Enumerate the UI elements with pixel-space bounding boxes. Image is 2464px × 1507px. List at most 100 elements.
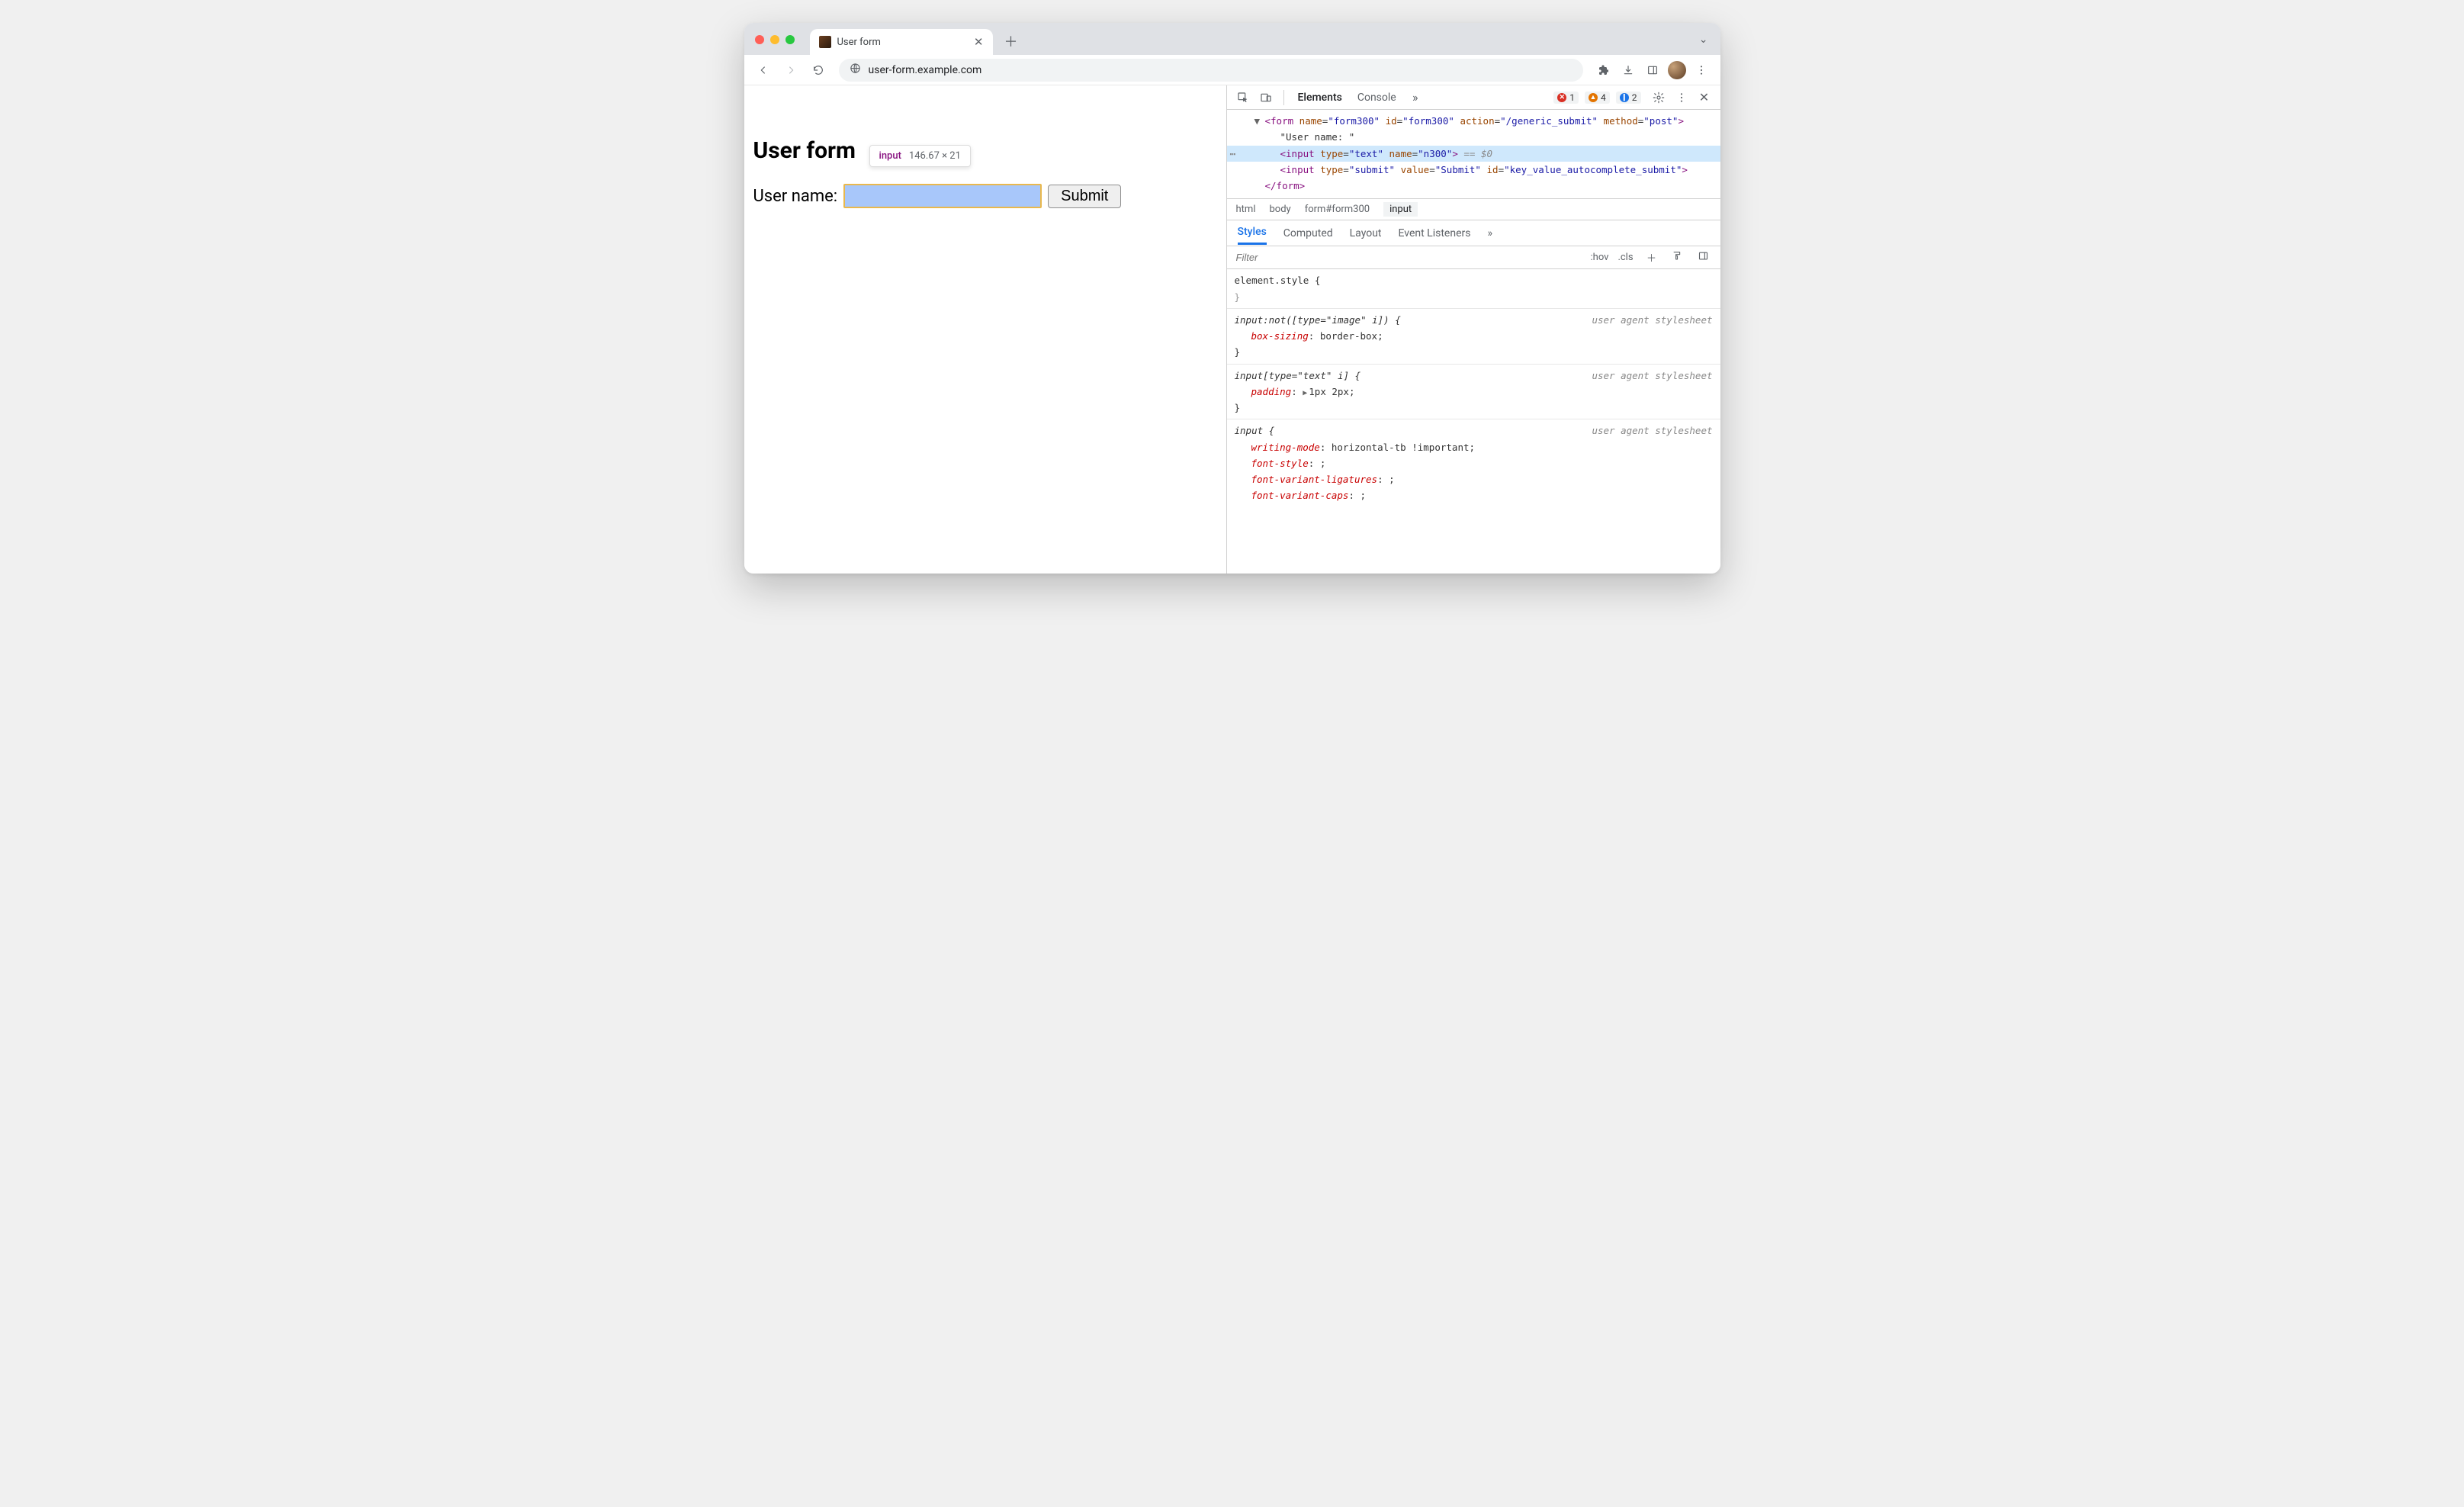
rule-input-text[interactable]: user agent stylesheet input[type="text" … <box>1227 365 1720 420</box>
arrow-right-icon <box>785 64 797 76</box>
minimize-window-button[interactable] <box>770 35 779 44</box>
tab-bar: User form ✕ ＋ ⌄ <box>744 23 1720 55</box>
new-tab-button[interactable]: ＋ <box>1001 31 1022 52</box>
close-window-button[interactable] <box>755 35 764 44</box>
crumb-html[interactable]: html <box>1236 204 1256 215</box>
paint-icon <box>1672 250 1683 262</box>
dom-node-form-open[interactable]: ▼ <form name="form300" id="form300" acti… <box>1227 113 1720 129</box>
error-count-badge[interactable]: ✕ 1 <box>1553 92 1579 104</box>
rule-input-not-image[interactable]: user agent stylesheet input:not([type="i… <box>1227 309 1720 365</box>
profile-button[interactable] <box>1666 59 1688 82</box>
inspect-tooltip: input 146.67 × 21 <box>869 145 971 167</box>
address-bar[interactable]: user-form.example.com <box>839 59 1583 82</box>
error-icon: ✕ <box>1557 93 1566 102</box>
reload-icon <box>812 64 824 76</box>
username-label: User name: <box>753 187 838 206</box>
dom-breadcrumb: html body form#form300 input <box>1227 199 1720 220</box>
reload-button[interactable] <box>807 59 830 82</box>
devtools-tab-elements[interactable]: Elements <box>1292 88 1348 107</box>
crumb-form[interactable]: form#form300 <box>1305 204 1370 215</box>
extensions-button[interactable] <box>1592 59 1615 82</box>
dom-node-input-submit[interactable]: <input type="submit" value="Submit" id="… <box>1227 162 1720 178</box>
hov-toggle[interactable]: :hov <box>1591 252 1609 263</box>
dom-tree[interactable]: ▼ <form name="form300" id="form300" acti… <box>1227 110 1720 199</box>
styles-more-button[interactable] <box>1669 250 1687 265</box>
devtools-menu-button[interactable] <box>1672 88 1691 108</box>
devtools-tab-console[interactable]: Console <box>1351 88 1402 107</box>
dom-node-text[interactable]: "User name: " <box>1227 129 1720 145</box>
computed-panel-toggle[interactable] <box>1695 250 1713 265</box>
issues-count: 2 <box>1632 92 1637 103</box>
rule-origin: user agent stylesheet <box>1592 368 1712 384</box>
username-input[interactable] <box>843 184 1042 208</box>
issues-icon: ❙ <box>1620 93 1629 102</box>
devtools-header: Elements Console » ✕ 1 ▲ 4 ❙ 2 <box>1227 85 1720 110</box>
browser-tab[interactable]: User form ✕ <box>810 29 993 55</box>
side-panel-button[interactable] <box>1641 59 1664 82</box>
crumb-input[interactable]: input <box>1383 202 1418 217</box>
error-count: 1 <box>1569 92 1575 103</box>
devtools-tabs-overflow[interactable]: » <box>1405 88 1425 108</box>
window-controls <box>755 35 795 44</box>
devices-icon <box>1260 92 1272 104</box>
toolbar-right <box>1592 59 1713 82</box>
tab-title: User form <box>837 37 881 48</box>
rule-input[interactable]: user agent stylesheet input { writing-mo… <box>1227 419 1720 506</box>
crumb-body[interactable]: body <box>1269 204 1290 215</box>
device-toolbar-button[interactable] <box>1256 88 1276 108</box>
panel-icon <box>1646 64 1659 76</box>
globe-icon <box>850 63 861 77</box>
cls-toggle[interactable]: .cls <box>1617 252 1635 263</box>
style-rules: element.style { } user agent stylesheet … <box>1227 269 1720 574</box>
new-style-rule-button[interactable]: ＋ <box>1643 250 1661 265</box>
kebab-icon <box>1695 64 1707 76</box>
forward-button[interactable] <box>779 59 802 82</box>
close-tab-button[interactable]: ✕ <box>974 35 984 49</box>
page-viewport: input 146.67 × 21 User form User name: S… <box>744 85 1226 574</box>
browser-window: User form ✕ ＋ ⌄ user-form.example.com <box>744 23 1720 574</box>
tooltip-tag: input <box>879 150 901 162</box>
avatar-icon <box>1668 61 1686 79</box>
styles-filter-input[interactable] <box>1235 251 1583 264</box>
warning-count: 4 <box>1601 92 1606 103</box>
puzzle-icon <box>1598 64 1610 76</box>
devtools-settings-button[interactable] <box>1649 88 1669 108</box>
gear-icon <box>1653 92 1665 104</box>
subtabs-overflow[interactable]: » <box>1487 223 1492 244</box>
subtab-event-listeners[interactable]: Event Listeners <box>1399 223 1471 244</box>
subtab-styles[interactable]: Styles <box>1238 221 1267 245</box>
tab-list-button[interactable]: ⌄ <box>1699 34 1708 46</box>
styles-subtabs: Styles Computed Layout Event Listeners » <box>1227 220 1720 246</box>
browser-menu-button[interactable] <box>1690 59 1713 82</box>
inspect-icon <box>1237 92 1249 104</box>
arrow-left-icon <box>757 64 769 76</box>
warning-icon: ▲ <box>1589 93 1598 102</box>
download-icon <box>1622 64 1634 76</box>
page-title: User form <box>753 137 1217 164</box>
browser-toolbar: user-form.example.com <box>744 55 1720 85</box>
inspect-element-button[interactable] <box>1233 88 1253 108</box>
subtab-computed[interactable]: Computed <box>1283 223 1333 244</box>
maximize-window-button[interactable] <box>785 35 795 44</box>
back-button[interactable] <box>752 59 775 82</box>
url-text: user-form.example.com <box>869 64 982 76</box>
kebab-icon <box>1675 92 1688 104</box>
styles-filter-row: :hov .cls ＋ <box>1227 246 1720 269</box>
subtab-layout[interactable]: Layout <box>1350 223 1382 244</box>
rule-origin: user agent stylesheet <box>1592 312 1712 328</box>
warning-count-badge[interactable]: ▲ 4 <box>1585 92 1610 104</box>
rule-element-style[interactable]: element.style { } <box>1227 269 1720 309</box>
dom-node-form-close[interactable]: </form> <box>1227 178 1720 194</box>
submit-button[interactable]: Submit <box>1048 185 1121 208</box>
user-form-row: User name: Submit <box>753 184 1217 208</box>
downloads-button[interactable] <box>1617 59 1640 82</box>
tooltip-dimensions: 146.67 × 21 <box>909 150 961 162</box>
devtools-panel: Elements Console » ✕ 1 ▲ 4 ❙ 2 <box>1226 85 1720 574</box>
devtools-close-button[interactable]: ✕ <box>1695 88 1714 108</box>
panel-right-icon <box>1698 250 1709 262</box>
dom-node-input-text[interactable]: ⋯ <input type="text" name="n300"> == $0 <box>1227 146 1720 162</box>
content-row: input 146.67 × 21 User form User name: S… <box>744 85 1720 574</box>
rule-origin: user agent stylesheet <box>1592 423 1712 439</box>
favicon-icon <box>819 36 831 48</box>
issues-count-badge[interactable]: ❙ 2 <box>1616 92 1641 104</box>
